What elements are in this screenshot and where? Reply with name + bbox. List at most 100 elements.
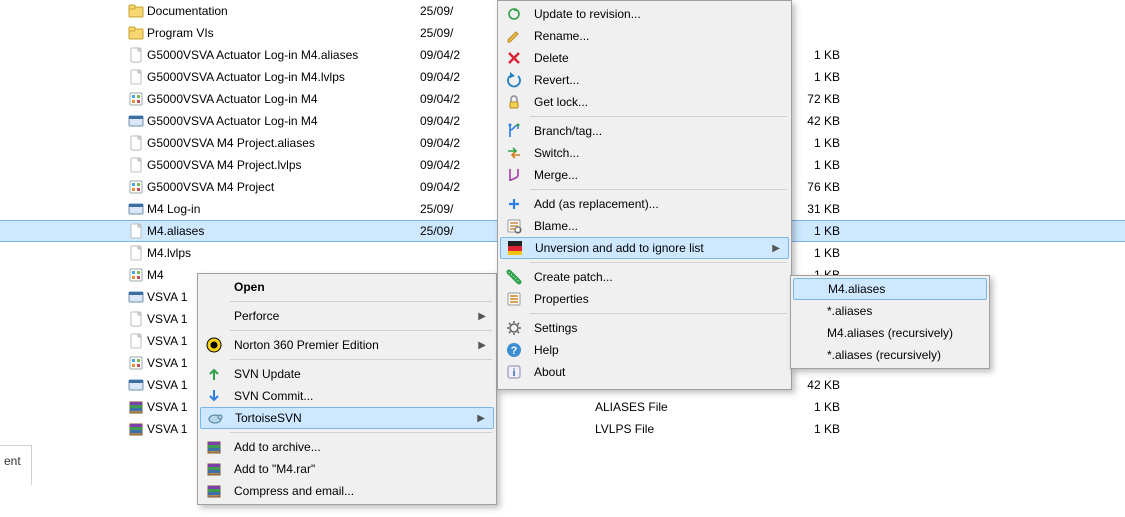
menu-item-label: SVN Commit... [228, 389, 313, 403]
menu-item-label: Norton 360 Premier Edition [228, 338, 379, 352]
file-icon [128, 47, 144, 63]
props-icon [506, 291, 522, 307]
menu-item-label: M4.aliases (recursively) [821, 326, 953, 340]
lock-icon [506, 94, 522, 110]
file-name: Documentation [147, 4, 420, 18]
menu-item[interactable]: M4.aliases (recursively) [793, 322, 987, 344]
rar-icon [128, 421, 144, 437]
svn-update-icon [206, 366, 222, 382]
file-icon [128, 333, 144, 349]
menu-item-label: Add to archive... [228, 440, 321, 454]
menu-item[interactable]: Rename... [500, 25, 789, 47]
rar-icon [128, 399, 144, 415]
menu-item[interactable]: Switch... [500, 142, 789, 164]
submenu-arrow-icon: ▶ [478, 340, 486, 351]
exe-icon [128, 201, 144, 217]
menu-item-label: Help [528, 343, 559, 357]
file-icon [128, 135, 144, 151]
switch-icon [506, 145, 522, 161]
menu-item[interactable]: Help [500, 339, 789, 361]
revert-icon [506, 72, 522, 88]
menu-item[interactable]: *.aliases [793, 300, 987, 322]
menu-item[interactable]: Merge... [500, 164, 789, 186]
lvproj-icon [128, 355, 144, 371]
file-size: 42 KB [795, 378, 840, 392]
menu-item[interactable]: M4.aliases [793, 278, 987, 300]
help-icon [506, 342, 522, 358]
menu-item-label: Get lock... [528, 95, 588, 109]
menu-separator [230, 359, 492, 360]
context-menu-main[interactable]: Open Perforce▶ Norton 360 Premier Edition ▶… [197, 273, 497, 505]
file-size: 1 KB [795, 224, 840, 238]
left-panel-fragment: ent [0, 445, 32, 485]
settings-icon [506, 320, 522, 336]
menu-item[interactable]: Open [200, 276, 494, 298]
menu-separator [530, 313, 787, 314]
menu-item[interactable]: Delete [500, 47, 789, 69]
file-name: G5000VSVA M4 Project [147, 180, 420, 194]
file-type: ALIASES File [595, 400, 795, 414]
menu-item-label: *.aliases (recursively) [821, 348, 941, 362]
menu-item[interactable]: Blame... [500, 215, 789, 237]
menu-item[interactable]: Update to revision... [500, 3, 789, 25]
menu-item[interactable]: Unversion and add to ignore list▶ [500, 237, 789, 259]
menu-item[interactable]: Add to archive... [200, 436, 494, 458]
lvproj-icon [128, 267, 144, 283]
rar-icon [206, 439, 222, 455]
rar-icon [206, 461, 222, 477]
context-menu-ignore[interactable]: M4.aliases*.aliases M4.aliases (recursive… [790, 275, 990, 369]
lvproj-icon [128, 91, 144, 107]
norton-icon [206, 337, 222, 353]
menu-item-label: Properties [528, 292, 589, 306]
menu-item[interactable]: Perforce▶ [200, 305, 494, 327]
menu-item[interactable]: *.aliases (recursively) [793, 344, 987, 366]
merge-icon [506, 167, 522, 183]
file-size: 1 KB [795, 136, 840, 150]
file-icon [128, 311, 144, 327]
menu-separator [530, 189, 787, 190]
update-rev-icon [506, 6, 522, 22]
menu-item[interactable]: SVN Update [200, 363, 494, 385]
menu-item[interactable]: Revert... [500, 69, 789, 91]
menu-item[interactable]: Compress and email... [200, 480, 494, 502]
menu-item[interactable]: Properties [500, 288, 789, 310]
file-row[interactable]: VSVA 1014 12:17LVLPS File1 KB [0, 418, 1125, 440]
menu-item[interactable]: TortoiseSVN▶ [200, 407, 494, 429]
file-name: G5000VSVA M4 Project.lvlps [147, 158, 420, 172]
menu-item-label: Rename... [528, 29, 589, 43]
menu-item-label: Compress and email... [228, 484, 354, 498]
menu-item-label: Branch/tag... [528, 124, 602, 138]
menu-item[interactable]: Branch/tag... [500, 120, 789, 142]
menu-item-label: Unversion and add to ignore list [529, 241, 704, 255]
menu-item-label: Perforce [228, 309, 279, 323]
menu-separator [230, 330, 492, 331]
file-icon [128, 245, 144, 261]
menu-separator [230, 432, 492, 433]
menu-item[interactable]: About [500, 361, 789, 383]
menu-item[interactable]: Settings [500, 317, 789, 339]
svn-commit-icon [206, 388, 222, 404]
menu-item[interactable]: SVN Commit... [200, 385, 494, 407]
context-menu-tortoisesvn[interactable]: Update to revision... Rename... DeleteReve… [497, 0, 792, 390]
menu-separator [530, 262, 787, 263]
rename-icon [506, 28, 522, 44]
menu-item[interactable]: Add (as replacement)... [500, 193, 789, 215]
unversion-icon [507, 240, 523, 256]
folder-icon [128, 3, 144, 19]
patch-icon [506, 269, 522, 285]
menu-item[interactable]: Create patch... [500, 266, 789, 288]
menu-item-label: Switch... [528, 146, 579, 160]
add-icon [506, 196, 522, 212]
file-size: 76 KB [795, 180, 840, 194]
file-row[interactable]: VSVA 1014 12:17ALIASES File1 KB [0, 396, 1125, 418]
file-size: 1 KB [795, 158, 840, 172]
menu-item-label: TortoiseSVN [229, 411, 302, 425]
menu-item[interactable]: Add to "M4.rar" [200, 458, 494, 480]
lvproj-icon [128, 179, 144, 195]
file-size: 1 KB [795, 422, 840, 436]
file-icon [128, 223, 144, 239]
delete-icon [506, 50, 522, 66]
menu-item[interactable]: Get lock... [500, 91, 789, 113]
file-name: G5000VSVA Actuator Log-in M4.lvlps [147, 70, 420, 84]
menu-item[interactable]: Norton 360 Premier Edition ▶ [200, 334, 494, 356]
